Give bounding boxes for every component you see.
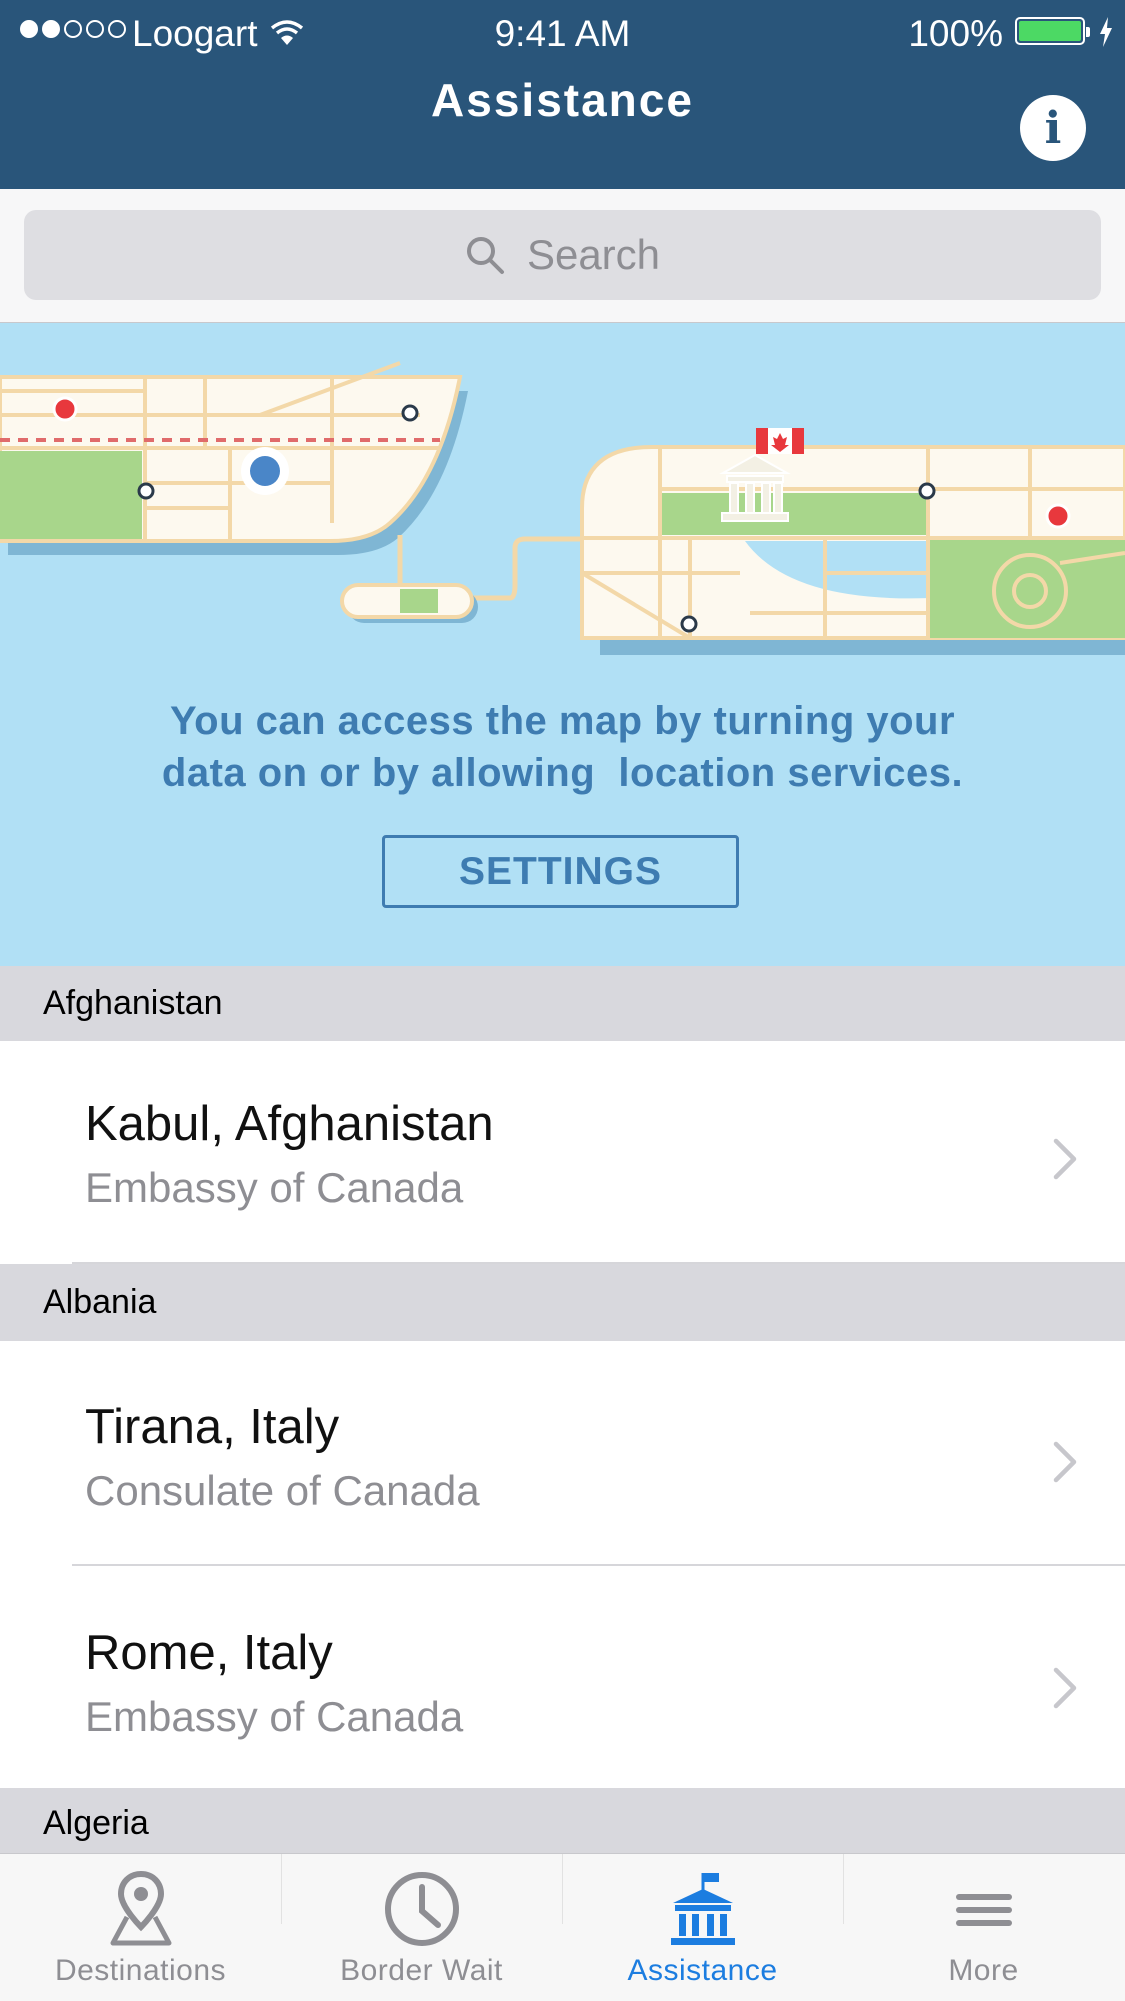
search-icon <box>466 237 504 274</box>
list-item-subtitle: Embassy of Canada <box>85 1693 464 1740</box>
info-icon: i <box>1044 102 1062 154</box>
search-placeholder: Search <box>526 231 661 278</box>
list-item-city: Tirana, Italy <box>85 1400 340 1454</box>
tab-label: Border Wait <box>340 1954 503 1987</box>
map-illustration <box>0 361 1125 655</box>
list-item[interactable]: Tirana, Italy Consulate of Canada <box>0 1341 1125 1565</box>
menu-icon <box>955 1894 1012 1926</box>
clock-icon <box>384 1872 459 1946</box>
chevron-right-icon <box>1053 1138 1077 1180</box>
tab-more[interactable]: More <box>843 1854 1124 2001</box>
settings-button[interactable]: SETTINGS <box>382 835 739 908</box>
chevron-right-icon <box>1053 1441 1077 1483</box>
list-item-city: Rome, Italy <box>85 1626 333 1680</box>
tab-bar: Destinations Border Wait Assistance More <box>0 1853 1125 2001</box>
search-bar: Search <box>0 189 1125 323</box>
canada-flag-icon <box>756 428 804 454</box>
section-header: Afghanistan <box>0 966 1125 1041</box>
section-header: Algeria <box>0 1788 1125 1858</box>
tab-label: Assistance <box>627 1954 778 1987</box>
map-access-message: You can access the map by turning your d… <box>0 695 1125 799</box>
list-item-subtitle: Embassy of Canada <box>85 1164 464 1211</box>
top-bar: Loogart 9:41 AM 100% Assistance i <box>0 0 1125 189</box>
status-bar: Loogart 9:41 AM 100% <box>0 0 1125 64</box>
embassy-icon <box>670 1873 735 1945</box>
map-access-message-line2: data on or by allowing location services… <box>161 751 964 795</box>
search-input[interactable]: Search <box>24 210 1101 300</box>
chevron-right-icon <box>1053 1667 1077 1709</box>
list-item[interactable]: Kabul, Afghanistan Embassy of Canada <box>0 1041 1125 1264</box>
list-item-city: Kabul, Afghanistan <box>85 1097 494 1151</box>
map-access-message-line1: You can access the map by turning your <box>169 699 956 743</box>
tab-label: More <box>948 1954 1019 1987</box>
tab-border-wait[interactable]: Border Wait <box>281 1854 562 2001</box>
map-pin-icon <box>110 1870 171 1946</box>
battery-icon <box>1015 17 1090 45</box>
list-item[interactable]: Rome, Italy Embassy of Canada <box>0 1566 1125 1788</box>
tab-label: Destinations <box>54 1954 227 1987</box>
battery-percentage: 100% <box>908 13 1003 54</box>
section-header: Albania <box>0 1264 1125 1341</box>
list-item-subtitle: Consulate of Canada <box>85 1467 480 1514</box>
map-unavailable-banner: You can access the map by turning your d… <box>0 323 1125 966</box>
info-button[interactable]: i <box>1020 95 1086 161</box>
page-title: Assistance <box>431 74 694 126</box>
tab-assistance[interactable]: Assistance <box>562 1854 843 2001</box>
tab-destinations[interactable]: Destinations <box>0 1854 281 2001</box>
charging-icon <box>1099 14 1113 56</box>
